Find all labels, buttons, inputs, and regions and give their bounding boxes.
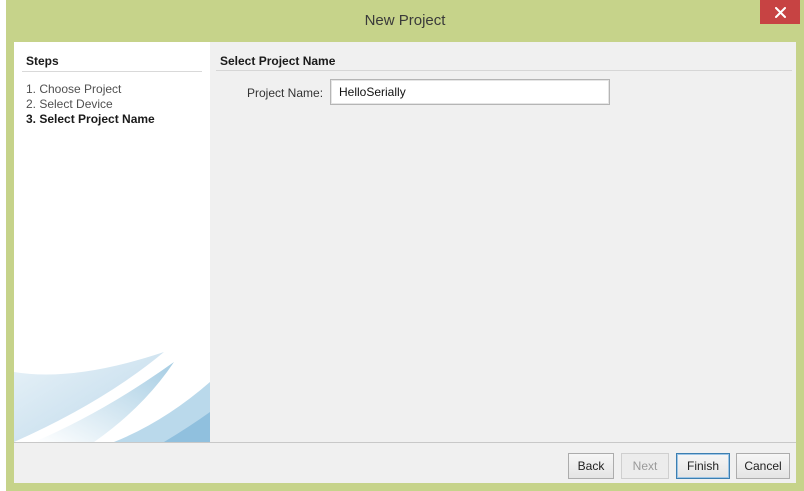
- dialog-body: Steps 1. Choose Project 2. Select Device…: [14, 42, 796, 483]
- next-button[interactable]: Next: [621, 453, 669, 479]
- step-item-select-device: 2. Select Device: [26, 97, 113, 111]
- button-bar-divider: [14, 442, 796, 443]
- project-name-input[interactable]: [330, 79, 610, 105]
- cancel-button[interactable]: Cancel: [736, 453, 790, 479]
- wizard-decoration-graphic: [14, 352, 210, 442]
- new-project-dialog: New Project Steps 1. Choose Project 2. S…: [6, 0, 804, 491]
- back-button[interactable]: Back: [568, 453, 614, 479]
- steps-panel: Steps 1. Choose Project 2. Select Device…: [14, 42, 210, 442]
- content-divider: [216, 70, 792, 71]
- steps-heading: Steps: [26, 54, 59, 68]
- close-button[interactable]: [760, 0, 800, 24]
- content-panel: Select Project Name Project Name:: [210, 42, 796, 442]
- dialog-title: New Project: [364, 12, 446, 29]
- title-bar[interactable]: New Project: [6, 0, 804, 42]
- step-item-select-project-name: 3. Select Project Name: [26, 112, 155, 126]
- close-icon: [774, 6, 786, 18]
- step-item-choose-project: 1. Choose Project: [26, 82, 122, 96]
- finish-button[interactable]: Finish: [676, 453, 730, 479]
- steps-list: 1. Choose Project 2. Select Device 3. Se…: [26, 82, 155, 127]
- page-title: Select Project Name: [220, 54, 336, 68]
- project-name-label: Project Name:: [247, 86, 324, 100]
- steps-divider: [22, 71, 202, 72]
